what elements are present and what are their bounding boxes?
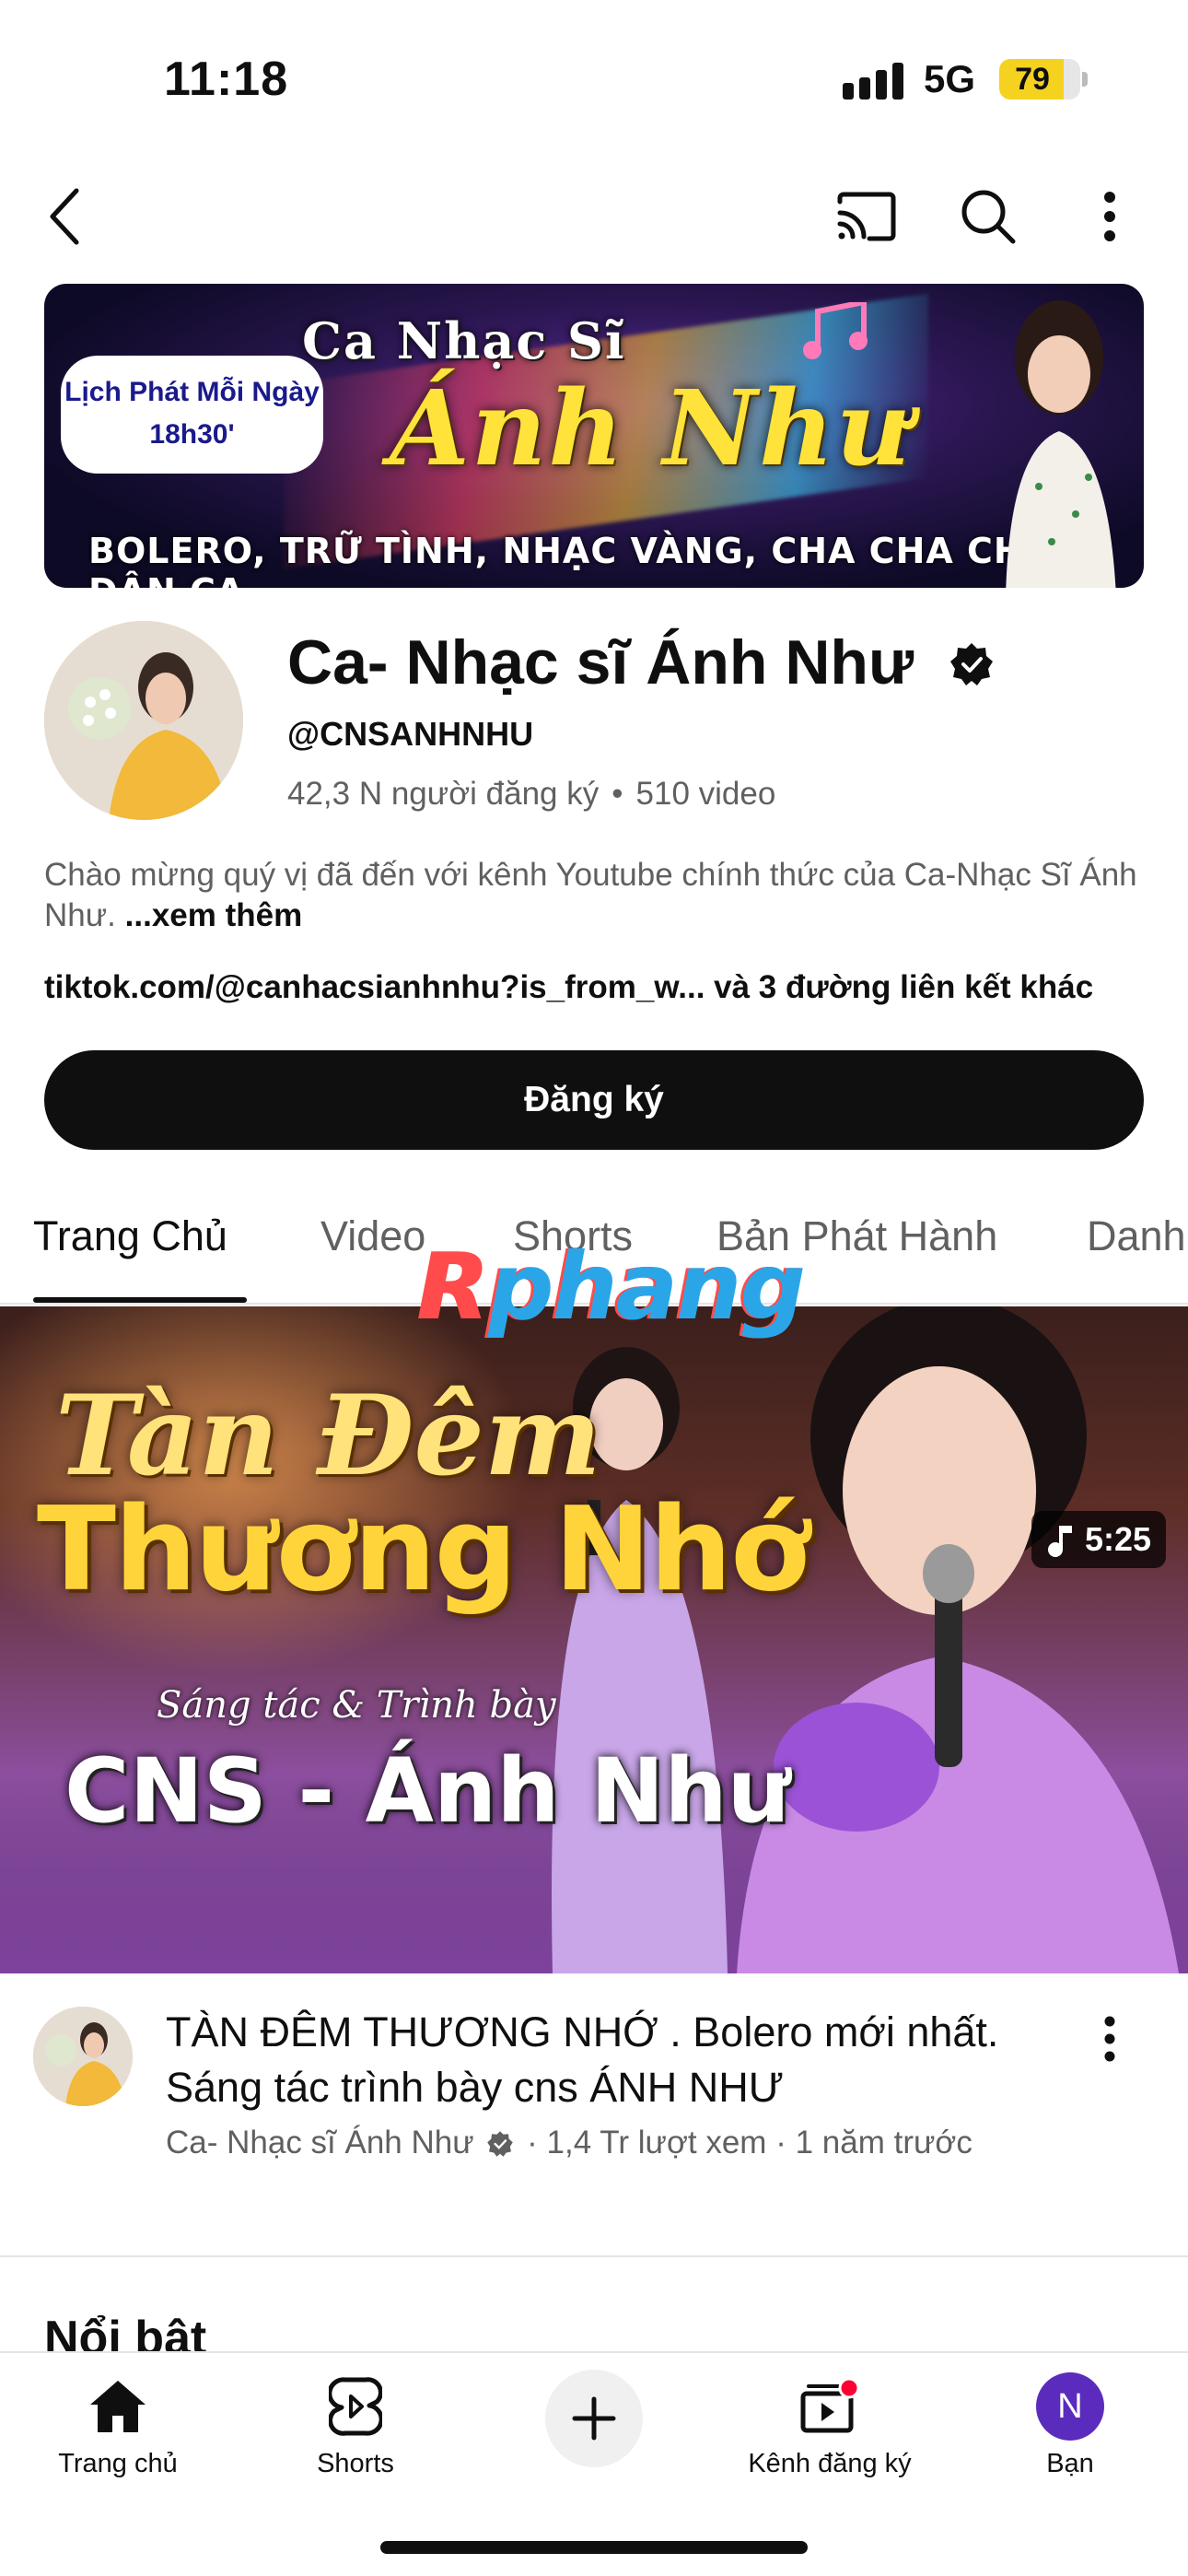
nav-shorts-label: Shorts — [317, 2449, 394, 2478]
nav-you[interactable]: N Bạn — [978, 2370, 1162, 2479]
watermark-part2: phang — [488, 1233, 806, 1341]
thumbnail-artist: CNS - Ánh Như — [64, 1739, 791, 1843]
nav-home-label: Trang chủ — [58, 2449, 178, 2478]
home-icon — [90, 2381, 146, 2432]
see-more-link[interactable]: ...xem thêm — [125, 897, 303, 933]
channel-name: Ca- Nhạc sĩ Ánh Như — [287, 627, 914, 697]
thumbnail-singer-right — [737, 1306, 1179, 1973]
meta-separator: · — [527, 2125, 538, 2160]
nav-shorts[interactable]: Shorts — [263, 2370, 448, 2479]
watermark-logo: Rphang — [419, 1233, 806, 1341]
video-age: 1 năm trước — [795, 2125, 973, 2160]
network-label: 5G — [924, 57, 976, 100]
schedule-badge: Lịch Phát Mỗi Ngày 18h30' — [61, 356, 323, 474]
status-time: 11:18 — [164, 53, 289, 106]
subscriber-count: 42,3 N người đăng ký — [287, 776, 600, 812]
avatar-icon: N — [1036, 2372, 1104, 2441]
shorts-icon — [329, 2377, 382, 2436]
video-meta: Ca- Nhạc sĩ Ánh Như · 1,4 Tr lượt xem · … — [166, 2125, 973, 2161]
nav-subscriptions-label: Kênh đăng ký — [748, 2449, 912, 2478]
home-indicator — [380, 2541, 808, 2554]
nav-home[interactable]: Trang chủ — [26, 2370, 210, 2479]
tab-video[interactable]: Video — [320, 1212, 425, 1260]
signal-icon — [843, 59, 909, 100]
create-button[interactable] — [545, 2370, 643, 2467]
channel-banner: Lịch Phát Mỗi Ngày 18h30' Ca Nhạc Sĩ Ánh… — [44, 284, 1144, 588]
subscriptions-icon — [800, 2377, 860, 2433]
duration-text: 5:25 — [1084, 1520, 1151, 1558]
status-bar: 11:18 5G 79 — [0, 0, 1188, 157]
battery-icon: 79 — [999, 59, 1080, 100]
section-divider — [0, 2255, 1188, 2257]
video-count: 510 video — [635, 776, 776, 812]
video-channel-name[interactable]: Ca- Nhạc sĩ Ánh Như — [166, 2125, 474, 2160]
back-arrow-icon[interactable] — [24, 175, 107, 258]
tab-home[interactable]: Trang Chủ — [33, 1212, 227, 1260]
channel-links[interactable]: tiktok.com/@canhacsianhnhu?is_from_w... … — [44, 969, 1093, 1006]
music-note-icon — [1047, 1526, 1072, 1557]
meta-separator: · — [775, 2125, 786, 2160]
battery-tip — [1082, 72, 1088, 87]
video-channel-avatar-image — [33, 2007, 133, 2106]
badge-line2: 18h30' — [132, 416, 252, 453]
music-note-decoration — [803, 302, 868, 359]
channel-description[interactable]: Chào mừng quý vị đã đến với kênh Youtube… — [44, 855, 1149, 936]
battery-level: 79 — [1015, 62, 1050, 97]
top-nav — [0, 175, 1188, 276]
video-channel-avatar[interactable] — [33, 2007, 133, 2106]
search-icon[interactable] — [947, 175, 1030, 258]
channel-avatar[interactable] — [44, 621, 243, 820]
subscribe-button[interactable]: Đăng ký — [44, 1050, 1144, 1150]
thumbnail-title-line2: Thương Nhớ — [37, 1481, 809, 1617]
verified-badge-icon — [950, 643, 993, 685]
watermark-part1: R — [419, 1233, 490, 1341]
channel-stats: 42,3 N người đăng ký • 510 video — [287, 776, 775, 813]
video-more-icon[interactable] — [1068, 1997, 1151, 2080]
tab-playlists[interactable]: Danh — [1087, 1212, 1186, 1260]
banner-script-name: Ánh Như — [390, 369, 913, 489]
verified-badge-small-icon — [487, 2131, 514, 2157]
duration-badge: 5:25 — [1031, 1511, 1166, 1568]
thumbnail-subtitle: Sáng tác & Trình bày — [157, 1684, 556, 1727]
channel-avatar-image — [44, 621, 243, 820]
banner-title: Ca Nhạc Sĩ — [302, 311, 626, 370]
stats-separator: • — [611, 776, 623, 812]
channel-handle: @CNSANHNHU — [287, 715, 534, 753]
video-views: 1,4 Tr lượt xem — [546, 2125, 767, 2160]
banner-genres: BOLERO, TRỮ TÌNH, NHẠC VÀNG, CHA CHA CHA… — [88, 531, 1066, 588]
video-thumbnail[interactable]: Tàn Đêm Thương Nhớ Sáng tác & Trình bày … — [0, 1306, 1188, 1973]
badge-line1: Lịch Phát Mỗi Ngày — [64, 377, 320, 407]
cast-icon[interactable] — [825, 175, 908, 258]
video-title[interactable]: TÀN ĐÊM THƯƠNG NHỚ . Bolero mới nhất. Sá… — [166, 2005, 1050, 2115]
more-vert-icon[interactable] — [1068, 175, 1151, 258]
banner-singer-image — [1006, 300, 1116, 588]
tab-indicator — [33, 1297, 247, 1303]
nav-you-label: Bạn — [1046, 2449, 1094, 2478]
nav-subscriptions[interactable]: Kênh đăng ký — [740, 2370, 920, 2479]
create-plus-icon — [572, 2396, 616, 2441]
